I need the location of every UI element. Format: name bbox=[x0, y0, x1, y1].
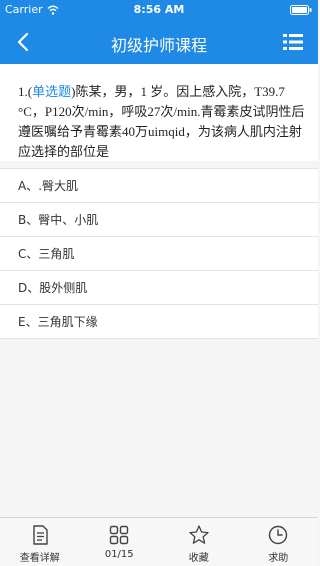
nav-bar: 初级护师课程 bbox=[0, 20, 318, 64]
question-index-button[interactable]: 01/15 bbox=[80, 518, 160, 566]
option-e[interactable]: E、三角肌下缘 bbox=[0, 305, 318, 339]
view-details-button[interactable]: 查看详解 bbox=[0, 518, 80, 566]
question-text: 1.(单选题)陈某，男，1 岁。因上感入院，T39.7 °C，P120次/min… bbox=[18, 82, 306, 162]
document-icon bbox=[33, 525, 48, 545]
bottom-toolbar: 查看详解 01/15 收藏 求助 bbox=[0, 517, 318, 566]
star-icon bbox=[189, 525, 209, 544]
question-type-label: 单选题 bbox=[32, 84, 72, 99]
help-label: 求助 bbox=[268, 553, 289, 564]
status-bar: Carrier 8:56 AM bbox=[0, 0, 318, 20]
question-number: 1.( bbox=[18, 84, 33, 99]
help-button[interactable]: 求助 bbox=[239, 518, 319, 566]
question-card: 1.(单选题)陈某，男，1 岁。因上感入院，T39.7 °C，P120次/min… bbox=[0, 64, 318, 161]
page-title: 初级护师课程 bbox=[110, 36, 207, 55]
answer-options-list: A、.臀大肌 B、臀中、小肌 C、三角肌 D、股外侧肌 E、三角肌下缘 bbox=[0, 168, 318, 339]
question-progress-label: 01/15 bbox=[104, 549, 134, 560]
back-chevron-icon[interactable] bbox=[12, 30, 36, 54]
battery-icon bbox=[290, 5, 312, 15]
app-screen: Carrier 8:56 AM 初级护师课程 1.(单选题)陈某，男，1 岁。因… bbox=[0, 0, 318, 566]
option-c[interactable]: C、三角肌 bbox=[0, 237, 318, 271]
favorite-button[interactable]: 收藏 bbox=[159, 518, 239, 566]
option-d[interactable]: D、股外侧肌 bbox=[0, 271, 318, 305]
option-b[interactable]: B、臀中、小肌 bbox=[0, 203, 318, 237]
view-details-label: 查看详解 bbox=[19, 553, 60, 564]
option-a[interactable]: A、.臀大肌 bbox=[0, 169, 318, 203]
list-menu-icon[interactable] bbox=[282, 31, 304, 53]
grid-icon bbox=[110, 525, 129, 545]
status-time: 8:56 AM bbox=[133, 3, 185, 16]
favorite-label: 收藏 bbox=[188, 553, 209, 564]
clock-icon bbox=[269, 525, 288, 545]
